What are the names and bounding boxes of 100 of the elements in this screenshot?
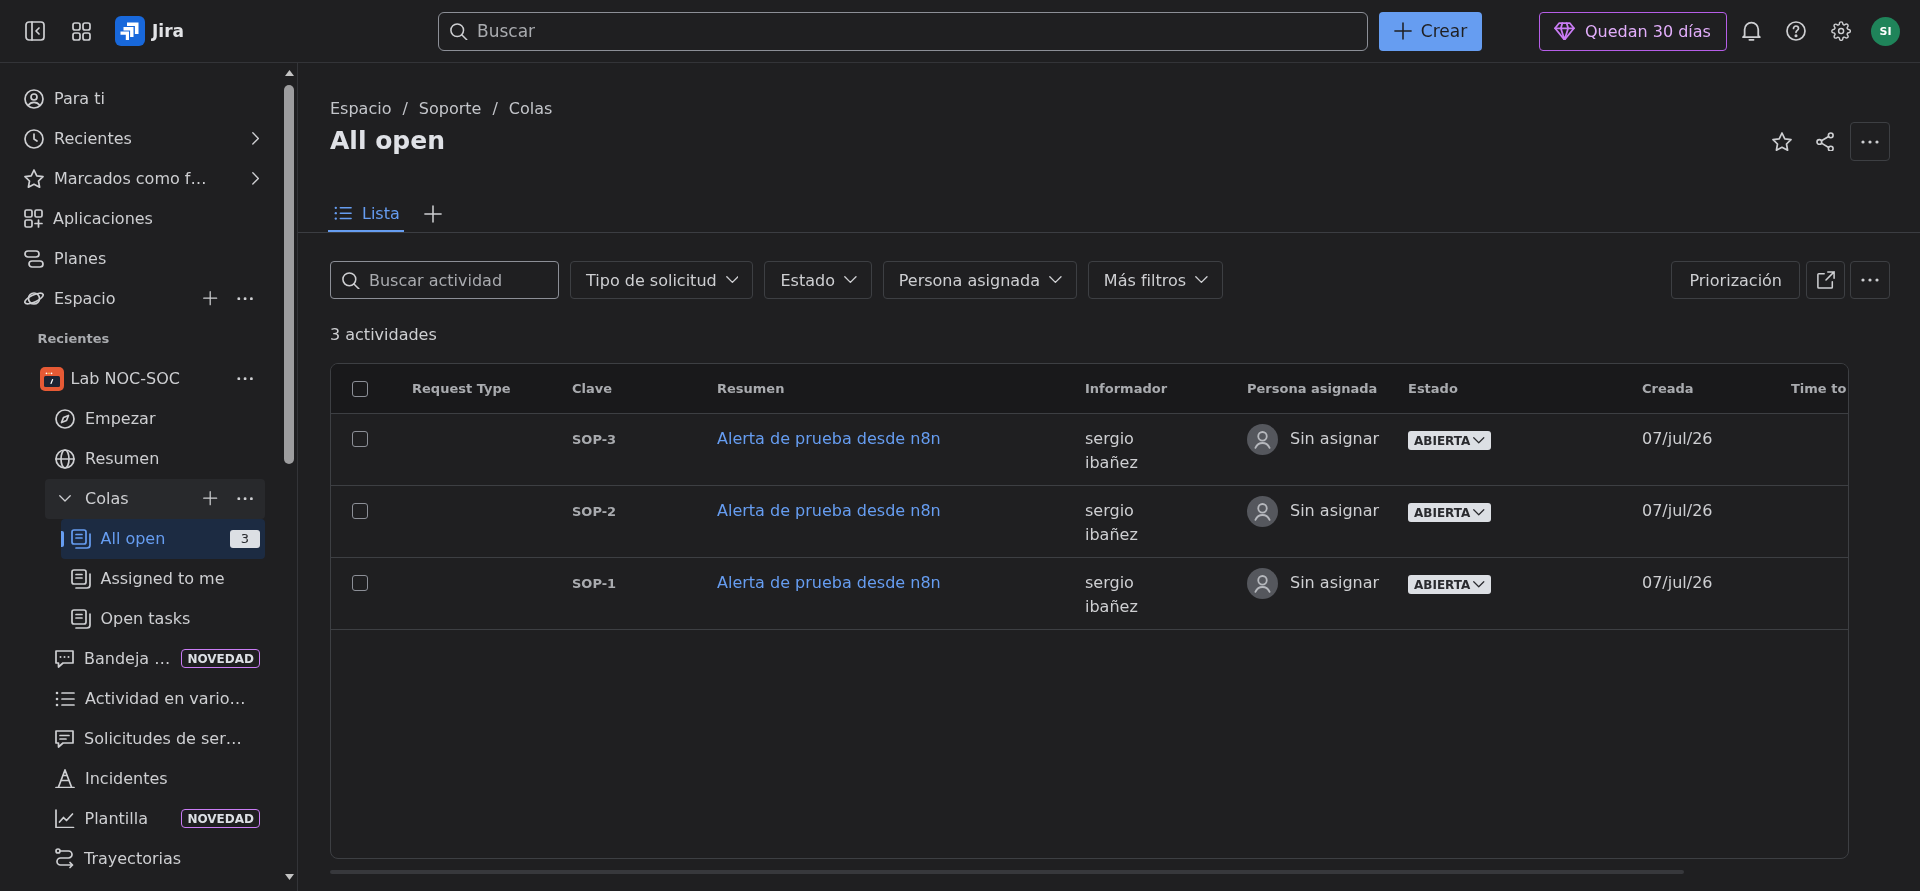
chevron-down-icon xyxy=(1473,581,1485,588)
stacked-pages-icon xyxy=(70,568,91,589)
count-badge: 3 xyxy=(230,529,260,548)
external-link-icon xyxy=(1816,271,1835,289)
sidebar-item[interactable]: Marcados como f… xyxy=(24,168,207,189)
window-tile-icon xyxy=(39,366,64,391)
prioritization-button[interactable]: Priorización xyxy=(1671,261,1800,299)
star-icon[interactable] xyxy=(1771,131,1792,152)
bell-icon[interactable] xyxy=(1741,21,1761,41)
filter-dropdown[interactable]: Persona asignada xyxy=(882,261,1077,299)
sidebar-toggle-icon[interactable] xyxy=(25,21,45,41)
checkbox[interactable] xyxy=(352,503,368,519)
list-icon xyxy=(334,206,352,221)
assignee-name: Sin asignar xyxy=(1290,500,1380,522)
created-date: 07/jul/26 xyxy=(1642,429,1713,448)
issue-link[interactable]: Alerta de prueba desde n8n xyxy=(717,573,941,592)
plus-icon[interactable] xyxy=(203,491,218,506)
column-header[interactable]: Informador xyxy=(1085,377,1168,400)
chevron-down-icon[interactable] xyxy=(59,495,71,502)
more-icon[interactable] xyxy=(236,296,253,301)
breadcrumb-link[interactable]: Espacio xyxy=(330,99,392,119)
grid-plus-icon xyxy=(24,209,43,228)
column-header[interactable]: Time to xyxy=(1791,377,1847,400)
more-icon xyxy=(1861,139,1879,144)
breadcrumb-link[interactable]: Soporte xyxy=(418,99,482,119)
tab[interactable]: Lista xyxy=(328,195,404,232)
sidebar-item[interactable]: Planes xyxy=(24,248,107,269)
sidebar-item[interactable]: Lab NOC-SOC xyxy=(39,366,180,391)
reporter-name: sergio ibañez xyxy=(1085,428,1139,474)
column-header[interactable]: Persona asignada xyxy=(1247,377,1378,400)
sidebar-item[interactable]: Bandeja … xyxy=(55,648,171,669)
route-icon xyxy=(55,848,74,869)
filter-dropdown[interactable]: Tipo de solicitud xyxy=(570,261,754,299)
column-header[interactable]: Resumen xyxy=(717,377,785,400)
search-field[interactable]: Buscar actividad xyxy=(330,261,559,299)
sidebar-item[interactable]: Open tasks xyxy=(70,608,191,629)
app-logo-icon[interactable] xyxy=(115,16,145,46)
sidebar-item[interactable]: Assigned to me xyxy=(70,568,225,589)
person-avatar-icon xyxy=(1247,424,1278,455)
user-avatar[interactable]: SI xyxy=(1871,16,1900,46)
filter-dropdown[interactable]: Más filtros xyxy=(1087,261,1223,299)
column-header[interactable]: Request Type xyxy=(412,377,511,400)
chevron-down-icon xyxy=(1473,509,1485,516)
issue-key: SOP-2 xyxy=(572,504,617,519)
settings-icon[interactable] xyxy=(1830,20,1851,42)
column-header[interactable]: Creada xyxy=(1642,377,1694,400)
result-count: 3 actividades xyxy=(330,325,437,344)
sidebar-item[interactable]: Plantilla xyxy=(55,808,148,829)
column-header[interactable]: Clave xyxy=(572,377,613,400)
sidebar-item[interactable]: Trayectorias xyxy=(55,848,182,869)
column-header[interactable]: Estado xyxy=(1408,377,1458,400)
help-icon[interactable] xyxy=(1785,21,1806,41)
share-icon[interactable] xyxy=(1815,131,1834,152)
plus-icon[interactable] xyxy=(203,291,218,306)
sidebar-item[interactable]: Espacio xyxy=(24,288,116,309)
filter-dropdown[interactable]: Estado xyxy=(764,261,872,299)
sidebar-item[interactable]: Actividad en vario… xyxy=(55,688,246,709)
breadcrumb-separator: / xyxy=(492,99,498,119)
created-date: 07/jul/26 xyxy=(1642,501,1713,520)
sidebar-item[interactable]: Recientes xyxy=(24,128,132,149)
status-dropdown[interactable]: ABIERTA xyxy=(1408,431,1491,450)
open-external-button[interactable] xyxy=(1806,261,1845,299)
trial-button[interactable]: Quedan 30 días xyxy=(1538,11,1727,51)
sidebar-item[interactable]: Resumen xyxy=(55,448,160,469)
chevron-down-icon xyxy=(725,276,739,284)
chevron-down-icon xyxy=(1049,276,1062,284)
grid-icon[interactable] xyxy=(72,21,91,41)
assignee-name: Sin asignar xyxy=(1290,428,1380,450)
message-icon xyxy=(55,729,74,748)
sidebar-item[interactable]: Aplicaciones xyxy=(24,208,153,229)
globe-icon xyxy=(55,448,75,469)
new-badge: NOVEDAD xyxy=(181,809,260,828)
checkbox[interactable] xyxy=(352,431,368,447)
app-name[interactable]: Jira xyxy=(152,21,184,41)
person-avatar-icon xyxy=(1247,496,1278,527)
person-avatar-icon xyxy=(1247,568,1278,599)
status-dropdown[interactable]: ABIERTA xyxy=(1408,575,1491,594)
sidebar-item[interactable]: Colas xyxy=(55,488,129,509)
sidebar-item[interactable]: Incidentes xyxy=(55,768,168,789)
status-dropdown[interactable]: ABIERTA xyxy=(1408,503,1491,522)
issue-link[interactable]: Alerta de prueba desde n8n xyxy=(717,429,941,448)
search-field[interactable]: Buscar xyxy=(438,11,1368,51)
breadcrumb-link[interactable]: Colas xyxy=(508,99,553,119)
sidebar-item[interactable]: Para ti xyxy=(24,88,105,109)
sidebar-item[interactable]: Empezar xyxy=(55,408,156,429)
checkbox[interactable] xyxy=(352,380,368,397)
issue-link[interactable]: Alerta de prueba desde n8n xyxy=(717,501,941,520)
checkbox[interactable] xyxy=(352,575,368,591)
down-triangle-icon[interactable] xyxy=(284,874,294,880)
sidebar-item[interactable]: All open xyxy=(70,528,166,549)
scrollbar-thumb[interactable] xyxy=(284,84,294,464)
star-icon xyxy=(24,168,44,189)
clock-icon xyxy=(24,128,44,149)
more-icon[interactable] xyxy=(236,496,253,501)
up-triangle-icon[interactable] xyxy=(284,69,294,76)
line-chart-icon xyxy=(55,808,75,829)
plus-icon[interactable] xyxy=(423,204,442,223)
sidebar-item[interactable]: Solicitudes de ser… xyxy=(55,728,242,749)
create-button[interactable]: Crear xyxy=(1379,11,1482,51)
more-icon[interactable] xyxy=(236,376,253,381)
